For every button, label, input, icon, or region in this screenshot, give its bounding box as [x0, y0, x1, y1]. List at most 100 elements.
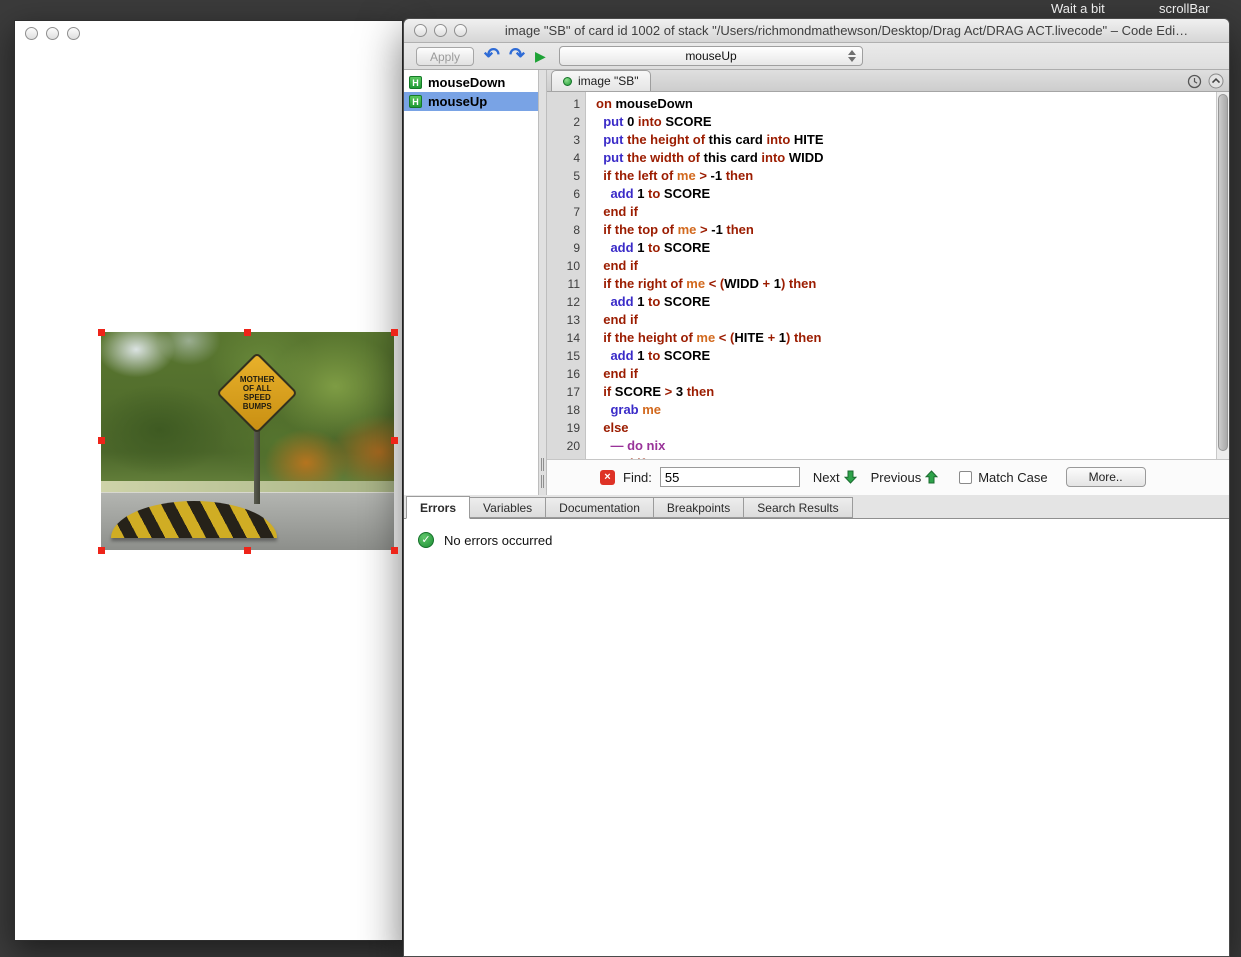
code-lines: 1on mouseDown2 put 0 into SCORE3 put the…: [547, 95, 1229, 459]
close-button[interactable]: [25, 27, 38, 40]
code-line-15[interactable]: 15 add 1 to SCORE: [547, 347, 1229, 365]
code-line-14[interactable]: 14 if the height of me < (HITE + 1) then: [547, 329, 1229, 347]
sign-text-line: OF ALL: [243, 384, 272, 393]
play-icon: ▶: [535, 48, 546, 64]
code-line-2[interactable]: 2 put 0 into SCORE: [547, 113, 1229, 131]
line-number[interactable]: 14: [547, 329, 585, 347]
code-line-1[interactable]: 1on mouseDown: [547, 95, 1229, 113]
line-number[interactable]: 20: [547, 437, 585, 455]
minimize-button[interactable]: [46, 27, 59, 40]
line-number[interactable]: 7: [547, 203, 585, 221]
code-line-4[interactable]: 4 put the width of this card into WIDD: [547, 149, 1229, 167]
close-button[interactable]: [414, 24, 427, 37]
code-line-3[interactable]: 3 put the height of this card into HITE: [547, 131, 1229, 149]
line-number[interactable]: 13: [547, 311, 585, 329]
selection-handle[interactable]: [391, 547, 398, 554]
apply-button[interactable]: Apply: [416, 47, 474, 66]
code-text: put the height of this card into HITE: [585, 131, 824, 149]
bottom-tabbar: Errors Variables Documentation Breakpoin…: [404, 495, 1229, 519]
line-number[interactable]: 9: [547, 239, 585, 257]
tab-image-sb[interactable]: image "SB": [551, 70, 651, 91]
line-number[interactable]: 8: [547, 221, 585, 239]
line-number[interactable]: 4: [547, 149, 585, 167]
run-button[interactable]: ▶: [535, 48, 546, 65]
code-line-8[interactable]: 8 if the top of me > -1 then: [547, 221, 1229, 239]
code-line-18[interactable]: 18 grab me: [547, 401, 1229, 419]
sign-text: MOTHER OF ALL SPEED BUMPS: [240, 375, 275, 411]
code-line-21[interactable]: 21 end if: [547, 455, 1229, 459]
stack-control-scrollbar[interactable]: scrollBar: [1157, 0, 1212, 19]
code-scrollbar[interactable]: [1216, 92, 1229, 459]
selection-handle[interactable]: [98, 329, 105, 336]
undo-button[interactable]: ↶: [484, 44, 500, 67]
more-button[interactable]: More..: [1066, 467, 1146, 487]
handler-item-mousedown[interactable]: H mouseDown: [404, 73, 538, 92]
tab-documentation[interactable]: Documentation: [545, 497, 654, 518]
handler-item-mouseup[interactable]: H mouseUp: [404, 92, 538, 111]
line-number[interactable]: 11: [547, 275, 585, 293]
code-text: grab me: [585, 401, 661, 419]
image-sb[interactable]: MOTHER OF ALL SPEED BUMPS: [101, 332, 394, 550]
tab-search-results[interactable]: Search Results: [743, 497, 852, 518]
find-input[interactable]: [660, 467, 800, 487]
tab-variables[interactable]: Variables: [469, 497, 546, 518]
zoom-button[interactable]: [454, 24, 467, 37]
collapse-button[interactable]: [1208, 73, 1224, 92]
code-editor[interactable]: 1on mouseDown2 put 0 into SCORE3 put the…: [547, 92, 1229, 459]
line-number[interactable]: 6: [547, 185, 585, 203]
code-line-19[interactable]: 19 else: [547, 419, 1229, 437]
close-icon: ×: [604, 471, 610, 483]
tab-errors[interactable]: Errors: [406, 496, 470, 519]
zoom-button[interactable]: [67, 27, 80, 40]
code-line-7[interactable]: 7 end if: [547, 203, 1229, 221]
line-number[interactable]: 1: [547, 95, 585, 113]
code-line-11[interactable]: 11 if the right of me < (WIDD + 1) then: [547, 275, 1229, 293]
line-number[interactable]: 17: [547, 383, 585, 401]
line-number[interactable]: 15: [547, 347, 585, 365]
line-number[interactable]: 16: [547, 365, 585, 383]
code-line-6[interactable]: 6 add 1 to SCORE: [547, 185, 1229, 203]
selection-handle[interactable]: [244, 547, 251, 554]
script-editor-window: image "SB" of card id 1002 of stack "/Us…: [403, 18, 1230, 957]
panel-splitter[interactable]: [539, 70, 547, 495]
stack-control-wait-a-bit[interactable]: Wait a bit: [1049, 0, 1107, 19]
code-line-20[interactable]: 20 — do nix: [547, 437, 1229, 455]
selection-handle[interactable]: [98, 547, 105, 554]
script-status-icon: [563, 77, 572, 86]
line-number[interactable]: 2: [547, 113, 585, 131]
sign-text-line: SPEED: [243, 393, 270, 402]
code-line-10[interactable]: 10 end if: [547, 257, 1229, 275]
script-tab-label: image "SB": [578, 74, 639, 88]
selection-handle[interactable]: [244, 329, 251, 336]
code-line-12[interactable]: 12 add 1 to SCORE: [547, 293, 1229, 311]
selection-handle[interactable]: [391, 437, 398, 444]
tab-breakpoints[interactable]: Breakpoints: [653, 497, 744, 518]
speed-bump-sign: MOTHER OF ALL SPEED BUMPS: [216, 352, 298, 434]
selection-handle[interactable]: [391, 329, 398, 336]
handler-dropdown[interactable]: mouseUp: [559, 46, 863, 66]
line-number[interactable]: 12: [547, 293, 585, 311]
code-line-16[interactable]: 16 end if: [547, 365, 1229, 383]
line-number[interactable]: 21: [547, 455, 585, 459]
code-line-13[interactable]: 13 end if: [547, 311, 1229, 329]
code-text: put the width of this card into WIDD: [585, 149, 824, 167]
close-find-button[interactable]: ×: [600, 470, 615, 485]
code-line-17[interactable]: 17 if SCORE > 3 then: [547, 383, 1229, 401]
stack-titlebar: [15, 21, 402, 45]
scrollbar-thumb[interactable]: [1218, 94, 1228, 451]
selection-handle[interactable]: [98, 437, 105, 444]
minimize-button[interactable]: [434, 24, 447, 37]
find-next-button[interactable]: Next: [813, 470, 857, 485]
code-line-9[interactable]: 9 add 1 to SCORE: [547, 239, 1229, 257]
redo-button[interactable]: ↷: [509, 44, 525, 67]
history-button[interactable]: [1187, 74, 1202, 92]
line-number[interactable]: 3: [547, 131, 585, 149]
undo-arrow-icon: ↶: [484, 45, 500, 66]
find-previous-button[interactable]: Previous: [871, 470, 939, 485]
code-line-5[interactable]: 5 if the left of me > -1 then: [547, 167, 1229, 185]
line-number[interactable]: 10: [547, 257, 585, 275]
match-case-checkbox[interactable]: [959, 471, 972, 484]
line-number[interactable]: 18: [547, 401, 585, 419]
line-number[interactable]: 5: [547, 167, 585, 185]
line-number[interactable]: 19: [547, 419, 585, 437]
